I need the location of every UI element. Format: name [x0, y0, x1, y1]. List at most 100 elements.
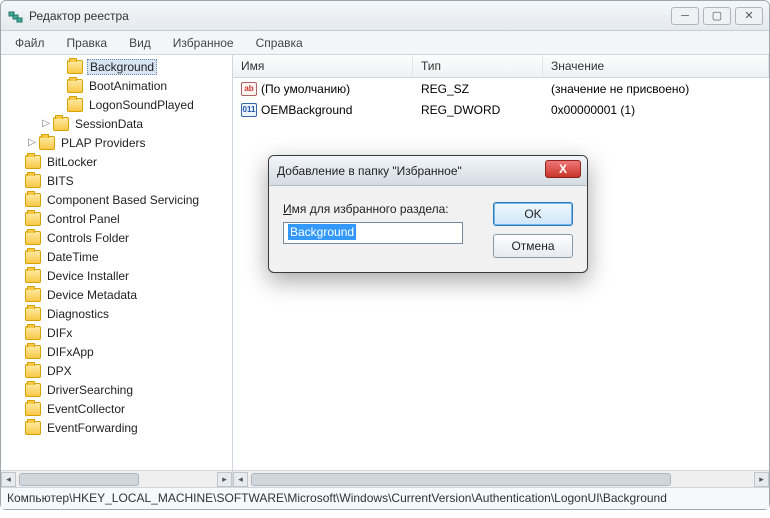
dialog-title: Добавление в папку "Избранное": [277, 164, 462, 178]
tree-item[interactable]: LogonSoundPlayed: [1, 95, 232, 114]
string-icon: ab: [241, 82, 257, 96]
tree-item[interactable]: Control Panel: [1, 209, 232, 228]
menu-view[interactable]: Вид: [119, 33, 161, 53]
tree-item-label: DateTime: [45, 250, 101, 264]
list-header[interactable]: Имя Тип Значение: [233, 55, 769, 78]
cancel-button[interactable]: Отмена: [493, 234, 573, 258]
tree-item[interactable]: ▷ SessionData: [1, 114, 232, 133]
scroll-left-icon[interactable]: ◂: [233, 472, 248, 487]
ok-button[interactable]: OK: [493, 202, 573, 226]
folder-icon: [25, 307, 41, 321]
value-row[interactable]: ab (По умолчанию) REG_SZ(значение не присв…: [233, 78, 769, 99]
tree-item-label: EventCollector: [45, 402, 127, 416]
folder-icon: [25, 174, 41, 188]
menubar: Файл Правка Вид Избранное Справка: [1, 31, 769, 55]
list-h-scrollbar[interactable]: ◂ ▸: [233, 470, 769, 487]
tree-item[interactable]: Device Metadata: [1, 285, 232, 304]
scroll-thumb[interactable]: [19, 473, 139, 486]
expand-icon[interactable]: ▷: [25, 137, 39, 148]
tree-item-label: Device Metadata: [45, 288, 139, 302]
tree-item[interactable]: ▷ PLAP Providers: [1, 133, 232, 152]
col-value[interactable]: Значение: [543, 55, 769, 77]
tree-item-label: EventForwarding: [45, 421, 140, 435]
maximize-button[interactable]: ▢: [703, 7, 731, 25]
values-list[interactable]: ab (По умолчанию) REG_SZ(значение не присв…: [233, 78, 769, 470]
col-name[interactable]: Имя: [233, 55, 413, 77]
tree-item-label: PLAP Providers: [59, 136, 148, 150]
add-favorite-dialog: Добавление в папку "Избранное" X Имя для…: [268, 155, 588, 273]
tree-item[interactable]: BITS: [1, 171, 232, 190]
folder-icon: [25, 155, 41, 169]
tree-item[interactable]: DIFx: [1, 323, 232, 342]
tree-item-label: Diagnostics: [45, 307, 111, 321]
folder-icon: [25, 231, 41, 245]
value-type: REG_SZ: [413, 82, 543, 96]
folder-icon: [25, 421, 41, 435]
tree-item[interactable]: BitLocker: [1, 152, 232, 171]
tree-item[interactable]: DateTime: [1, 247, 232, 266]
folder-icon: [53, 117, 69, 131]
tree-item[interactable]: Background: [1, 57, 232, 76]
menu-favorites[interactable]: Избранное: [163, 33, 244, 53]
dialog-titlebar[interactable]: Добавление в папку "Избранное" X: [269, 156, 587, 186]
favorite-name-input[interactable]: Background: [283, 222, 463, 244]
tree-pane: BackgroundBootAnimationLogonSoundPlayed▷…: [1, 55, 233, 487]
tree-item-label: BitLocker: [45, 155, 99, 169]
folder-icon: [25, 269, 41, 283]
value-data: (значение не присвоено): [543, 82, 769, 96]
scroll-right-icon[interactable]: ▸: [754, 472, 769, 487]
menu-file[interactable]: Файл: [5, 33, 55, 53]
folder-icon: [67, 79, 83, 93]
favorite-name-label: Имя для избранного раздела:: [283, 202, 479, 216]
tree-item-label: BITS: [45, 174, 76, 188]
tree-item-label: Device Installer: [45, 269, 131, 283]
tree-item-label: DIFxApp: [45, 345, 96, 359]
titlebar[interactable]: Редактор реестра ─ ▢ ✕: [1, 1, 769, 31]
scroll-right-icon[interactable]: ▸: [217, 472, 232, 487]
folder-icon: [25, 402, 41, 416]
tree-item[interactable]: Device Installer: [1, 266, 232, 285]
folder-icon: [25, 250, 41, 264]
tree-item-label: DPX: [45, 364, 74, 378]
folder-icon: [67, 98, 83, 112]
tree-item[interactable]: Diagnostics: [1, 304, 232, 323]
value-name: (По умолчанию): [261, 82, 350, 96]
tree-item-label: DriverSearching: [45, 383, 135, 397]
tree-item-label: Component Based Servicing: [45, 193, 201, 207]
value-name: OEMBackground: [261, 103, 352, 117]
dialog-close-button[interactable]: X: [545, 160, 581, 178]
app-icon: [7, 8, 23, 24]
tree-item[interactable]: DPX: [1, 361, 232, 380]
window-title: Редактор реестра: [29, 9, 129, 23]
status-path: Компьютер\HKEY_LOCAL_MACHINE\SOFTWARE\Mi…: [7, 491, 667, 505]
tree-item[interactable]: Component Based Servicing: [1, 190, 232, 209]
minimize-button[interactable]: ─: [671, 7, 699, 25]
folder-icon: [67, 60, 83, 74]
col-type[interactable]: Тип: [413, 55, 543, 77]
tree-item[interactable]: BootAnimation: [1, 76, 232, 95]
folder-icon: [25, 193, 41, 207]
tree-item-label: Background: [87, 59, 157, 75]
tree-item-label: BootAnimation: [87, 79, 169, 93]
tree-item-label: SessionData: [73, 117, 145, 131]
scroll-thumb[interactable]: [251, 473, 671, 486]
value-data: 0x00000001 (1): [543, 103, 769, 117]
scroll-left-icon[interactable]: ◂: [1, 472, 16, 487]
menu-edit[interactable]: Правка: [57, 33, 118, 53]
tree-h-scrollbar[interactable]: ◂ ▸: [1, 470, 232, 487]
folder-icon: [25, 383, 41, 397]
menu-help[interactable]: Справка: [246, 33, 313, 53]
folder-icon: [25, 364, 41, 378]
folder-icon: [39, 136, 55, 150]
dword-icon: 011: [241, 103, 257, 117]
expand-icon[interactable]: ▷: [39, 118, 53, 129]
tree-item[interactable]: EventForwarding: [1, 418, 232, 437]
tree-item[interactable]: DIFxApp: [1, 342, 232, 361]
tree-item[interactable]: DriverSearching: [1, 380, 232, 399]
value-type: REG_DWORD: [413, 103, 543, 117]
value-row[interactable]: 011 OEMBackground REG_DWORD0x00000001 (1): [233, 99, 769, 120]
registry-tree[interactable]: BackgroundBootAnimationLogonSoundPlayed▷…: [1, 55, 232, 470]
tree-item[interactable]: Controls Folder: [1, 228, 232, 247]
close-button[interactable]: ✕: [735, 7, 763, 25]
tree-item[interactable]: EventCollector: [1, 399, 232, 418]
